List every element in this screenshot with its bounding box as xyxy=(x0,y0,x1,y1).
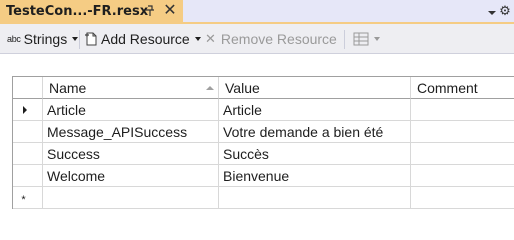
table-row[interactable]: Article Article xyxy=(13,99,514,121)
toolbar-separator xyxy=(79,30,80,49)
document-tab-strip: TesteCon...-FR.resx ✕ ⚙ xyxy=(0,0,514,22)
name-cell[interactable] xyxy=(43,187,219,209)
new-row[interactable]: * xyxy=(13,187,514,209)
row-selector[interactable] xyxy=(13,99,43,121)
pin-icon[interactable] xyxy=(143,3,157,19)
current-row-icon xyxy=(22,105,27,114)
grid-header-row: Name Value Comment xyxy=(13,77,514,99)
comment-cell[interactable] xyxy=(411,121,514,143)
document-tab-title: TesteCon...-FR.resx xyxy=(6,3,149,19)
grid-body: Article Article Message_APISuccess Votre… xyxy=(13,99,514,209)
document-tab[interactable]: TesteCon...-FR.resx ✕ xyxy=(0,0,183,22)
comment-cell[interactable] xyxy=(411,165,514,187)
column-header-name[interactable]: Name xyxy=(43,77,219,99)
remove-resource-label: Remove Resource xyxy=(220,31,337,47)
add-resource-icon xyxy=(85,32,97,46)
chevron-down-icon xyxy=(194,37,201,41)
column-header-value[interactable]: Value xyxy=(219,77,411,99)
value-cell[interactable]: Bienvenue xyxy=(219,165,411,187)
table-row[interactable]: Message_APISuccess Votre demande a bien … xyxy=(13,121,514,143)
row-selector-header[interactable] xyxy=(13,77,43,99)
add-resource-button[interactable]: Add Resource xyxy=(84,24,201,54)
name-cell[interactable]: Success xyxy=(43,143,219,165)
strings-dropdown-button[interactable]: abc Strings xyxy=(7,24,79,54)
row-selector[interactable] xyxy=(13,165,43,187)
row-selector[interactable] xyxy=(13,143,43,165)
close-icon[interactable]: ✕ xyxy=(161,2,179,20)
value-cell[interactable] xyxy=(219,187,411,209)
resx-toolbar: abc Strings Add Resource ✕ Remove Resour… xyxy=(0,22,514,54)
value-cell[interactable]: Succès xyxy=(219,143,411,165)
sort-ascending-icon xyxy=(206,86,214,90)
gear-icon[interactable]: ⚙ xyxy=(498,4,512,18)
grid-view-button[interactable] xyxy=(353,24,380,54)
row-selector[interactable] xyxy=(13,121,43,143)
name-cell[interactable]: Message_APISuccess xyxy=(43,121,219,143)
remove-resource-button[interactable]: ✕ Remove Resource xyxy=(205,24,337,54)
strings-label: Strings xyxy=(23,31,68,47)
strings-icon: abc xyxy=(7,34,21,44)
grid-view-icon xyxy=(353,32,369,46)
name-cell[interactable]: Article xyxy=(43,99,219,121)
comment-cell[interactable] xyxy=(411,143,514,165)
value-cell[interactable]: Votre demande a bien été xyxy=(219,121,411,143)
chevron-down-icon xyxy=(374,37,380,41)
row-selector[interactable]: * xyxy=(13,187,43,209)
table-row[interactable]: Welcome Bienvenue xyxy=(13,165,514,187)
add-resource-label: Add Resource xyxy=(101,31,190,47)
toolbar-separator xyxy=(344,30,345,49)
tab-list-dropdown-icon[interactable] xyxy=(487,8,497,18)
column-header-comment[interactable]: Comment xyxy=(411,77,514,99)
comment-cell[interactable] xyxy=(411,99,514,121)
comment-cell[interactable] xyxy=(411,187,514,209)
chevron-down-icon xyxy=(72,37,79,41)
remove-icon: ✕ xyxy=(205,31,216,46)
name-cell[interactable]: Welcome xyxy=(43,165,219,187)
new-row-marker: * xyxy=(21,193,26,206)
table-row[interactable]: Success Succès xyxy=(13,143,514,165)
value-cell[interactable]: Article xyxy=(219,99,411,121)
resource-grid: Name Value Comment Article Article Messa… xyxy=(12,76,514,209)
